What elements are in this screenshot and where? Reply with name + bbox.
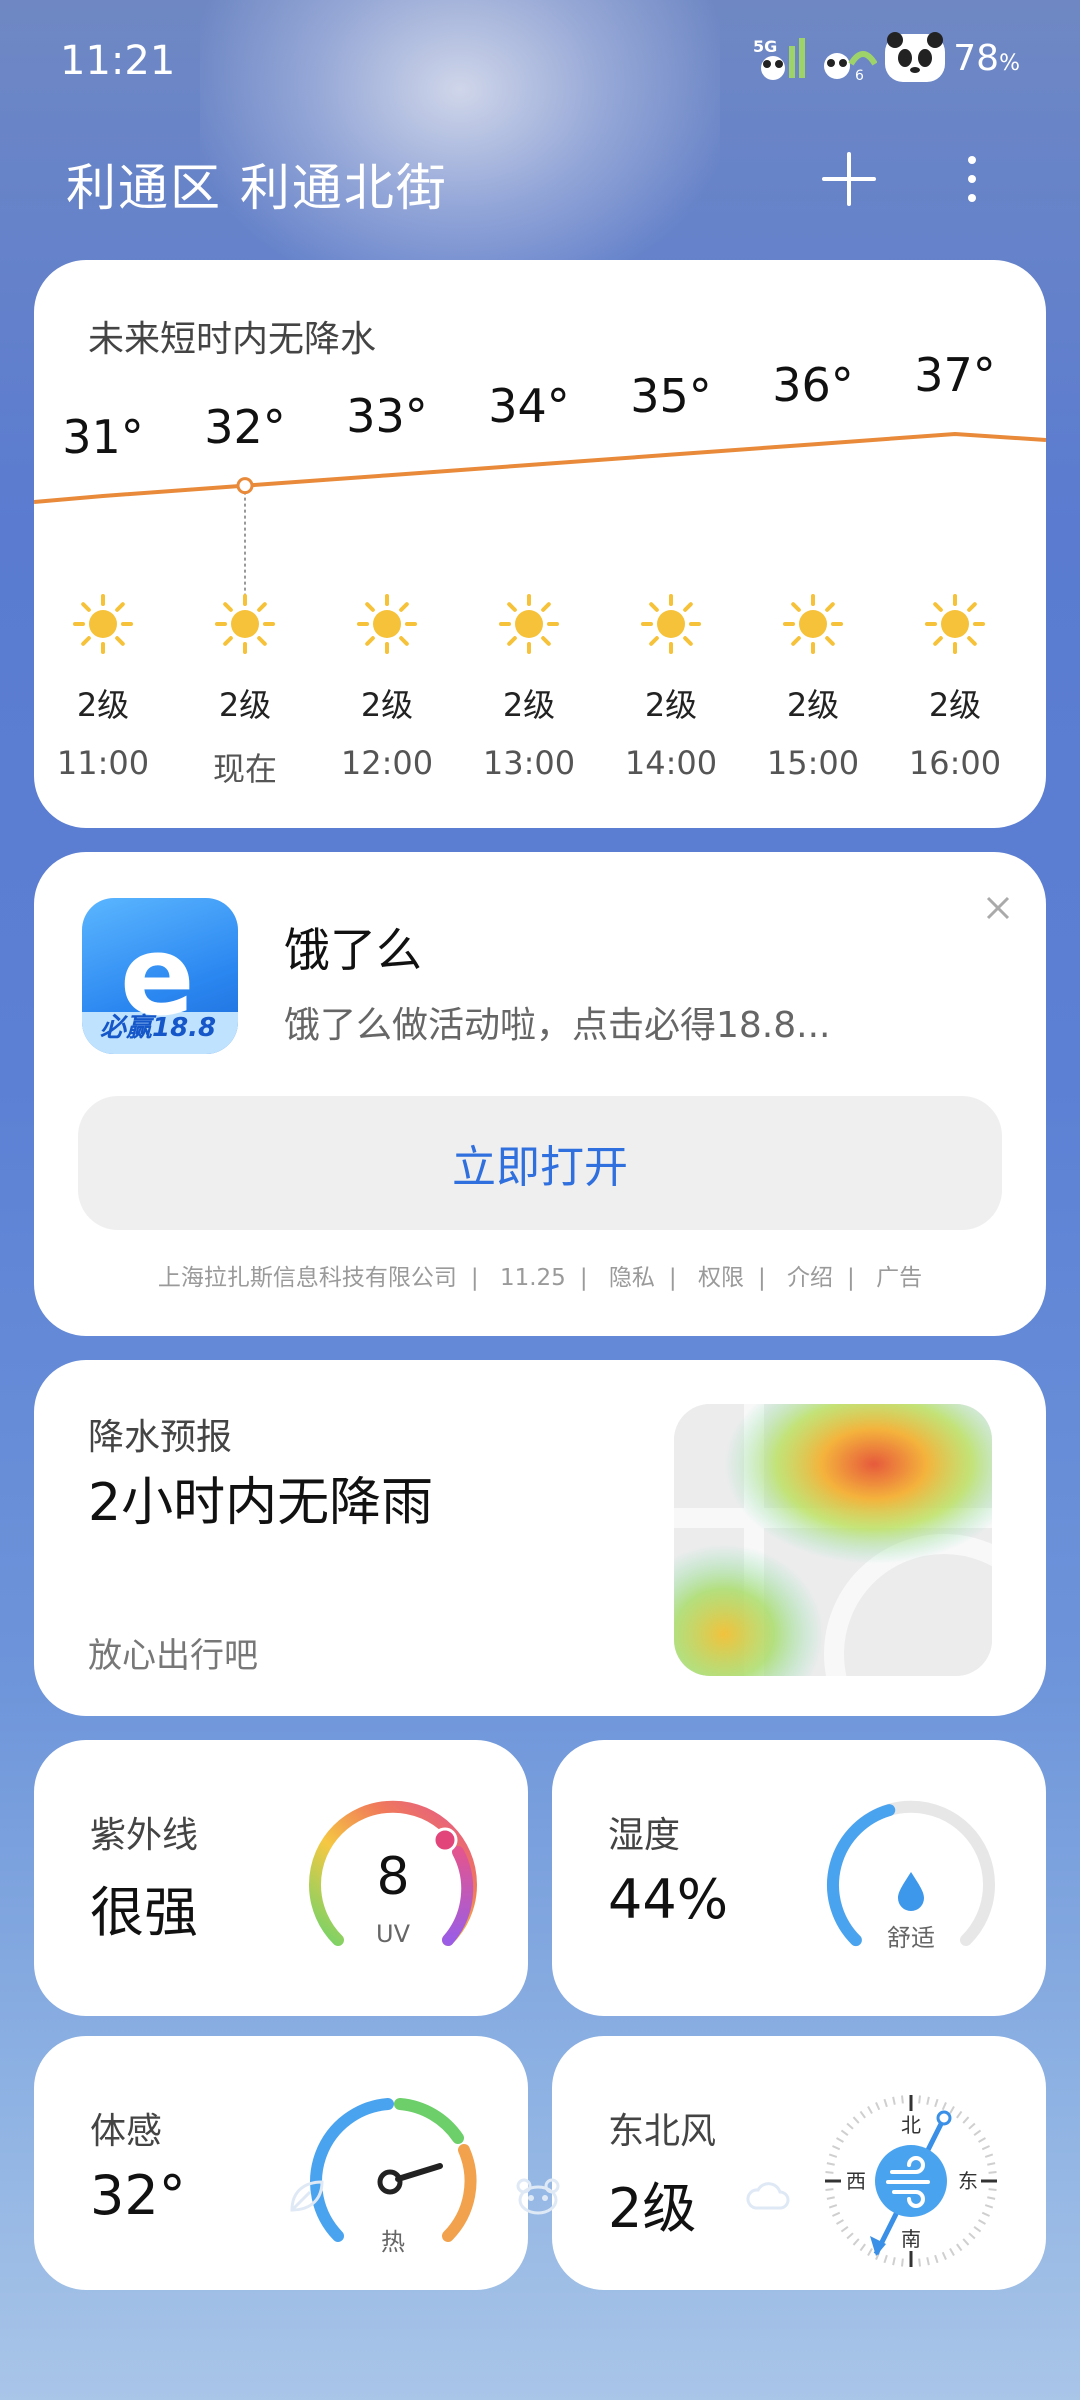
humidity-value: 44% [608,1868,729,1931]
ad-permissions-link[interactable]: 权限 [698,1265,744,1291]
hour-temp: 33° [346,389,428,444]
temperature-curve [34,431,1046,654]
sun-icon [357,594,417,654]
hour-temp: 37° [914,348,996,402]
hour-wind: 2级 [76,686,130,724]
ad-description: 饿了么做活动啦，点击必得18.8... [284,1005,831,1046]
hour-time: 13:00 [482,744,576,782]
hour-temp: 32° [204,399,286,454]
svg-text:5G: 5G [753,37,777,56]
status-bar-right: 5G 6 78% [751,30,1020,86]
wind-level-value: 2级 [608,2177,697,2240]
hour-wind: 2级 [786,686,840,724]
open-now-button[interactable]: 立即打开 [78,1096,1002,1230]
humidity-comfort: 舒适 [887,1924,935,1952]
compass-north: 北 [901,2113,921,2137]
sun-icon [783,594,843,654]
humidity-gauge: 舒适 [827,1800,995,1952]
humidity-card[interactable]: 湿度 44% 舒适 [552,1740,1046,2016]
status-time: 11:21 [60,38,176,84]
hour-time: 现在 [212,750,277,788]
wind-card[interactable]: 东北风 2级 北 南 西 东 [552,2036,1046,2290]
hour-temp: 31° [62,410,144,464]
hour-wind: 2级 [502,686,556,724]
leaf-icon[interactable] [284,2176,328,2216]
hour-wind: 2级 [218,686,272,724]
ad-intro-link[interactable]: 介绍 [787,1265,833,1291]
hour-temp: 36° [772,358,854,413]
hourly-forecast-card[interactable]: 未来短时内无降水 31° 2级 11:00 32° 2级 现在 33° 2级 12:00 34° 2… [34,260,1046,828]
svg-text:6: 6 [855,68,864,82]
sun-icon [925,594,985,654]
wifi-icon: 6 [824,51,878,82]
location-title[interactable]: 利通区 利通北街 [66,148,448,220]
feels-like-state: 热 [381,2228,405,2256]
feels-like-label: 体感 [90,2111,163,2152]
hour-wind: 2级 [928,686,982,724]
water-drop-icon [898,1872,924,1911]
feels-like-value: 32° [90,2164,186,2227]
ad-footer: 上海拉扎斯信息科技有限公司 | 11.25 | 隐私 | 权限 | 介绍 | 广告 [157,1265,923,1291]
hour-wind: 2级 [644,686,698,724]
hour-time: 11:00 [56,744,150,782]
precip-value: 2小时内无降雨 [88,1473,434,1533]
precip-radar-map[interactable] [674,1404,992,1676]
uv-value: 很强 [90,1881,198,1944]
hour-wind: 2级 [360,686,414,724]
uv-index: 8 [376,1847,409,1907]
sun-icon [641,594,701,654]
precip-subtitle: 放心出行吧 [88,1636,258,1676]
hour-temp: 34° [488,379,570,433]
ad-label: 广告 [876,1265,923,1291]
ad-privacy-link[interactable]: 隐私 [609,1265,655,1291]
hour-time: 16:00 [908,744,1002,782]
signal-5g-icon: 5G [753,37,806,80]
hour-time: 15:00 [766,744,860,782]
uv-gauge: 8 UV [309,1800,477,1948]
uv-card[interactable]: 紫外线 很强 8 UV [34,1740,528,2016]
sun-icon [215,594,275,654]
compass-west: 西 [846,2169,866,2193]
ad-card[interactable]: e 必赢18.8 饿了么 饿了么做活动啦，点击必得18.8... 立即打开 上海… [34,852,1046,1336]
hour-temp: 35° [630,368,712,423]
plus-icon[interactable] [820,150,878,208]
more-vertical-icon[interactable] [960,150,984,208]
eleme-app-icon[interactable]: e 必赢18.8 [82,898,238,1054]
hour-time: 14:00 [624,744,718,782]
cloud-icon[interactable] [746,2176,790,2216]
sun-icon [73,594,133,654]
feels-like-card[interactable]: 体感 32° 热 [34,2036,528,2290]
panda-icon[interactable] [514,2176,562,2216]
now-marker-dot [236,477,254,495]
sun-icon [499,594,559,654]
compass-south: 南 [901,2227,921,2251]
ad-version: 11.25 [499,1265,566,1291]
battery-percent: 78% [953,37,1020,79]
compass-east: 东 [958,2169,978,2193]
close-icon[interactable] [978,888,1018,928]
wind-direction-label: 东北风 [608,2111,717,2152]
precip-label: 降水预报 [88,1417,233,1458]
uv-label: 紫外线 [90,1815,199,1856]
wind-compass: 北 南 西 东 [825,2095,997,2267]
precipitation-card[interactable]: 降水预报 2小时内无降雨 放心出行吧 [34,1360,1046,1716]
status-icons: 5G 6 [751,30,947,86]
uv-unit: UV [376,1920,411,1948]
ad-app-name: 饿了么 [284,923,422,977]
battery-panda-icon [885,32,946,82]
hour-time: 12:00 [340,744,434,782]
humidity-label: 湿度 [608,1815,681,1856]
ad-company: 上海拉扎斯信息科技有限公司 [157,1265,457,1291]
